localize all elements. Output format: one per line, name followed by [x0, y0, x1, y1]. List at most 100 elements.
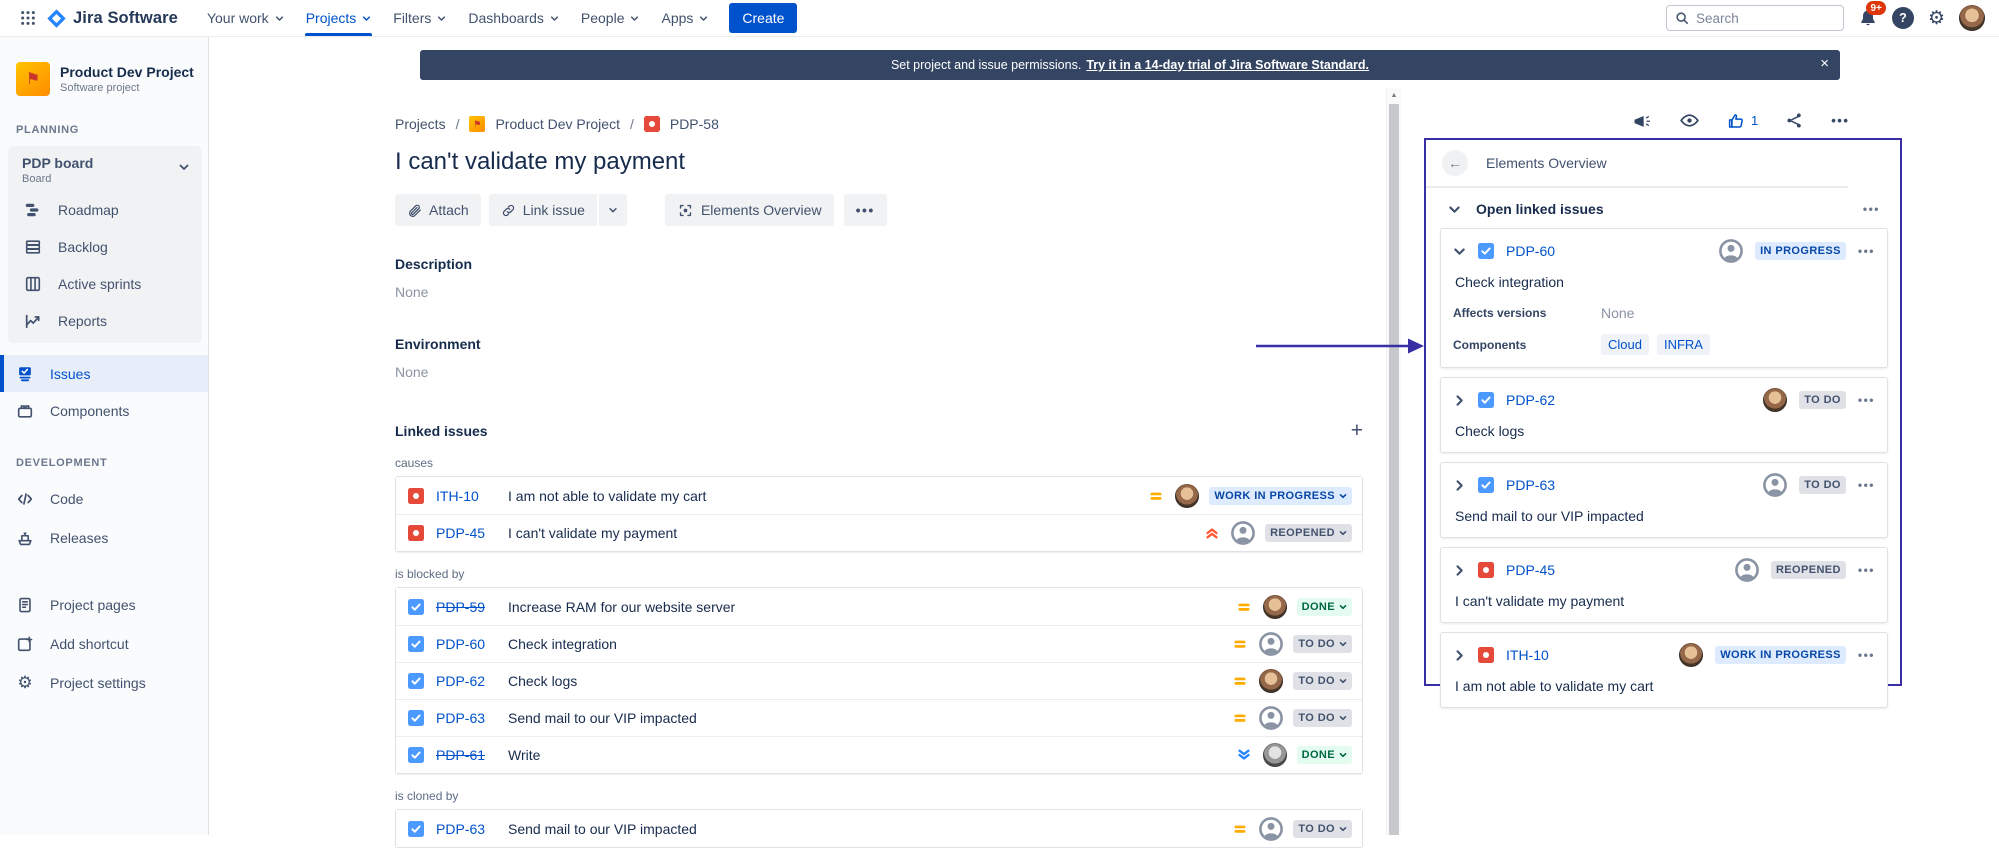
linked-issue-row[interactable]: PDP-63Send mail to our VIP impactedTO DO [396, 810, 1362, 847]
board-switcher[interactable]: PDP board Board [8, 146, 202, 191]
scroll-up-arrow[interactable]: ▲ [1387, 88, 1401, 103]
chevron-right-icon[interactable] [1453, 394, 1466, 407]
watch-eye-icon[interactable] [1679, 110, 1700, 131]
code-icon [15, 490, 35, 508]
breadcrumb-issue-key[interactable]: PDP-58 [670, 116, 719, 132]
issue-key[interactable]: PDP-59 [436, 599, 500, 615]
search-box[interactable] [1666, 5, 1844, 31]
status-lozenge[interactable]: TO DO [1799, 391, 1846, 409]
search-icon [1675, 11, 1689, 25]
user-avatar[interactable] [1959, 5, 1985, 31]
more-options-icon[interactable]: ••• [1831, 113, 1849, 128]
issue-key[interactable]: PDP-45 [436, 525, 500, 541]
linked-issue-row[interactable]: PDP-60Check integrationTO DO [396, 625, 1362, 662]
more-options-icon[interactable]: ••• [1858, 393, 1875, 407]
banner-trial-link[interactable]: Try it in a 14-day trial of Jira Softwar… [1086, 58, 1369, 72]
status-lozenge[interactable]: DONE [1297, 598, 1352, 616]
component-tag[interactable]: INFRA [1657, 334, 1710, 355]
issue-key[interactable]: PDP-63 [1506, 477, 1555, 493]
sidebar-item-project-pages[interactable]: Project pages [0, 585, 208, 624]
sidebar-item-project-settings[interactable]: ⚙Project settings [0, 663, 208, 702]
status-lozenge[interactable]: IN PROGRESS [1755, 242, 1846, 260]
more-options-icon[interactable]: ••• [1858, 648, 1875, 662]
jira-logo[interactable]: Jira Software [46, 8, 178, 29]
status-lozenge[interactable]: TO DO [1293, 672, 1352, 690]
more-options-icon[interactable]: ••• [1858, 244, 1875, 258]
issue-key[interactable]: PDP-60 [436, 636, 500, 652]
nav-item-people[interactable]: People [570, 0, 651, 36]
status-lozenge[interactable]: REOPENED [1771, 561, 1846, 579]
sidebar-item-roadmap[interactable]: Roadmap [8, 191, 202, 228]
chevron-down-icon[interactable] [1453, 245, 1466, 258]
nav-item-apps[interactable]: Apps [650, 0, 719, 36]
chevron-down-icon[interactable] [1448, 203, 1461, 216]
sidebar-item-label: Active sprints [58, 276, 141, 292]
banner-close-icon[interactable]: × [1820, 56, 1829, 71]
create-button[interactable]: Create [729, 3, 797, 33]
app-switcher-icon[interactable] [14, 4, 42, 32]
nav-item-dashboards[interactable]: Dashboards [457, 0, 570, 36]
sidebar-item-reports[interactable]: Reports [8, 302, 202, 339]
status-lozenge[interactable]: WORK IN PROGRESS [1715, 646, 1846, 664]
issue-key[interactable]: PDP-62 [436, 673, 500, 689]
issue-title[interactable]: I can't validate my payment [395, 148, 1363, 176]
sidebar-item-components[interactable]: Components [0, 392, 208, 429]
status-lozenge[interactable]: TO DO [1293, 635, 1352, 653]
component-tag[interactable]: Cloud [1601, 334, 1649, 355]
issue-key[interactable]: PDP-63 [436, 710, 500, 726]
status-text: REOPENED [1776, 564, 1841, 576]
more-options-icon[interactable]: ••• [1858, 478, 1875, 492]
scrollbar-thumb[interactable] [1389, 104, 1399, 835]
sidebar-item-code[interactable]: Code [0, 479, 208, 518]
linked-issue-row[interactable]: PDP-63Send mail to our VIP impactedTO DO [396, 699, 1362, 736]
status-lozenge[interactable]: REOPENED [1265, 524, 1352, 542]
add-linked-issue-icon[interactable]: + [1351, 420, 1363, 441]
back-arrow-icon[interactable]: ← [1442, 150, 1468, 176]
attach-button[interactable]: Attach [395, 194, 481, 226]
feedback-megaphone-icon[interactable] [1632, 111, 1652, 131]
link-issue-dropdown-button[interactable] [599, 194, 627, 226]
more-actions-button[interactable]: ••• [844, 194, 887, 226]
linked-issue-row[interactable]: PDP-59Increase RAM for our website serve… [396, 588, 1362, 625]
linked-issue-row[interactable]: PDP-61WriteDONE [396, 736, 1362, 773]
issue-key[interactable]: ITH-10 [1506, 647, 1549, 663]
issue-key[interactable]: PDP-45 [1506, 562, 1555, 578]
chevron-right-icon[interactable] [1453, 564, 1466, 577]
help-icon[interactable]: ? [1892, 7, 1914, 29]
issue-key[interactable]: PDP-61 [436, 747, 500, 763]
status-lozenge[interactable]: TO DO [1799, 476, 1846, 494]
elements-overview-button[interactable]: Elements Overview [665, 194, 834, 226]
environment-value[interactable]: None [395, 364, 1363, 380]
status-lozenge[interactable]: TO DO [1293, 709, 1352, 727]
linked-issue-row[interactable]: PDP-45I can't validate my paymentREOPENE… [396, 514, 1362, 551]
nav-item-projects[interactable]: Projects [295, 0, 383, 36]
linked-issue-row[interactable]: PDP-62Check logsTO DO [396, 662, 1362, 699]
nav-item-filters[interactable]: Filters [382, 0, 457, 36]
linked-issue-row[interactable]: ITH-10I am not able to validate my cartW… [396, 477, 1362, 514]
issue-key[interactable]: ITH-10 [436, 488, 500, 504]
status-lozenge[interactable]: DONE [1297, 746, 1352, 764]
like-control[interactable]: 1 [1727, 112, 1758, 130]
panel-more-options-icon[interactable]: ••• [1863, 202, 1880, 216]
status-lozenge[interactable]: WORK IN PROGRESS [1209, 487, 1352, 505]
sidebar-item-releases[interactable]: Releases [0, 518, 208, 557]
description-value[interactable]: None [395, 284, 1363, 300]
more-options-icon[interactable]: ••• [1858, 563, 1875, 577]
breadcrumb-project[interactable]: Product Dev Project [495, 116, 620, 132]
chevron-right-icon[interactable] [1453, 479, 1466, 492]
issue-key[interactable]: PDP-63 [436, 821, 500, 837]
breadcrumb-projects[interactable]: Projects [395, 116, 446, 132]
issue-key[interactable]: PDP-62 [1506, 392, 1555, 408]
settings-gear-icon[interactable]: ⚙ [1928, 9, 1945, 28]
issue-key[interactable]: PDP-60 [1506, 243, 1555, 259]
notifications-bell-icon[interactable]: 9+ [1858, 8, 1878, 28]
sidebar-item-backlog[interactable]: Backlog [8, 228, 202, 265]
sidebar-item-issues[interactable]: Issues [0, 355, 208, 392]
search-input[interactable] [1696, 11, 1816, 26]
nav-item-your-work[interactable]: Your work [196, 0, 295, 36]
sidebar-item-add-shortcut[interactable]: Add shortcut [0, 624, 208, 663]
link-issue-button[interactable]: Link issue [489, 194, 597, 226]
share-icon[interactable] [1785, 111, 1804, 130]
sidebar-item-active-sprints[interactable]: Active sprints [8, 265, 202, 302]
chevron-right-icon[interactable] [1453, 649, 1466, 662]
